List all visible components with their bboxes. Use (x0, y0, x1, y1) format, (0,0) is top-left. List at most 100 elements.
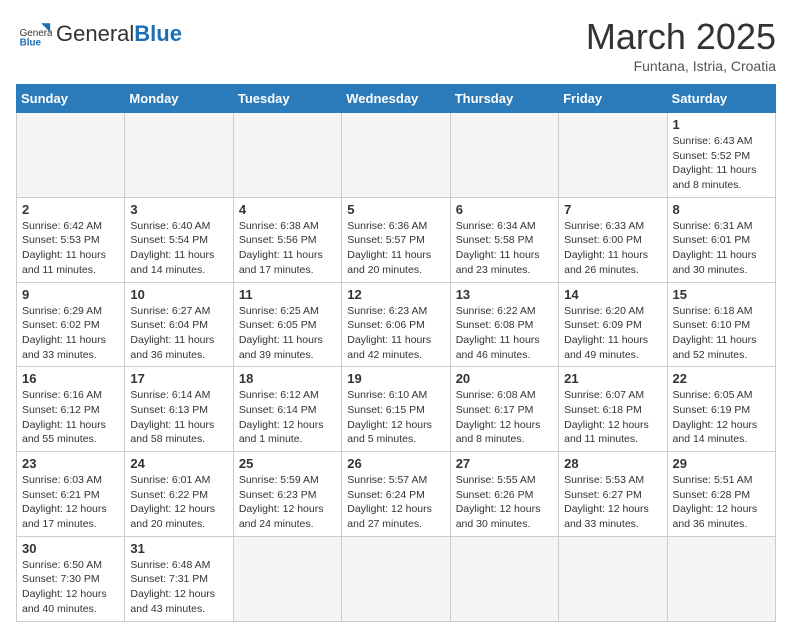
calendar-cell: 21 Sunrise: 6:07 AMSunset: 6:18 PMDayligh… (559, 367, 667, 452)
day-number: 21 (564, 371, 661, 386)
calendar-cell: 22 Sunrise: 6:05 AMSunset: 6:19 PMDayligh… (667, 367, 775, 452)
calendar-cell (559, 113, 667, 198)
calendar-week-3: 9 Sunrise: 6:29 AMSunset: 6:02 PMDaylight… (17, 282, 776, 367)
day-info: Sunrise: 6:05 AMSunset: 6:19 PMDaylight:… (673, 388, 770, 447)
weekday-header-wednesday: Wednesday (342, 85, 450, 113)
day-number: 12 (347, 287, 444, 302)
day-info: Sunrise: 6:43 AMSunset: 5:52 PMDaylight:… (673, 134, 770, 193)
calendar-cell: 29 Sunrise: 5:51 AMSunset: 6:28 PMDayligh… (667, 452, 775, 537)
day-number: 31 (130, 541, 227, 556)
day-number: 2 (22, 202, 119, 217)
calendar-body: 1 Sunrise: 6:43 AMSunset: 5:52 PMDaylight… (17, 113, 776, 622)
weekday-header-saturday: Saturday (667, 85, 775, 113)
day-info: Sunrise: 6:31 AMSunset: 6:01 PMDaylight:… (673, 219, 770, 278)
calendar-cell: 5Sunrise: 6:36 AMSunset: 5:57 PMDaylight… (342, 197, 450, 282)
day-info: Sunrise: 6:03 AMSunset: 6:21 PMDaylight:… (22, 473, 119, 532)
weekday-header-tuesday: Tuesday (233, 85, 341, 113)
day-number: 7 (564, 202, 661, 217)
month-title: March 2025 (586, 16, 776, 58)
day-info: Sunrise: 6:38 AMSunset: 5:56 PMDaylight:… (239, 219, 336, 278)
calendar-cell: 31 Sunrise: 6:48 AMSunset: 7:31 PMDayligh… (125, 536, 233, 621)
calendar-cell (450, 536, 558, 621)
day-info: Sunrise: 6:12 AMSunset: 6:14 PMDaylight:… (239, 388, 336, 447)
calendar-cell: 28 Sunrise: 5:53 AMSunset: 6:27 PMDayligh… (559, 452, 667, 537)
day-info: Sunrise: 6:16 AMSunset: 6:12 PMDaylight:… (22, 388, 119, 447)
calendar-cell: 24Sunrise: 6:01 AMSunset: 6:22 PMDayligh… (125, 452, 233, 537)
day-number: 19 (347, 371, 444, 386)
day-number: 4 (239, 202, 336, 217)
calendar-cell: 27Sunrise: 5:55 AMSunset: 6:26 PMDayligh… (450, 452, 558, 537)
calendar-cell: 9 Sunrise: 6:29 AMSunset: 6:02 PMDaylight… (17, 282, 125, 367)
calendar-cell: 13Sunrise: 6:22 AMSunset: 6:08 PMDayligh… (450, 282, 558, 367)
logo-text: GeneralBlue (56, 23, 182, 45)
calendar-cell: 7Sunrise: 6:33 AMSunset: 6:00 PMDaylight… (559, 197, 667, 282)
day-info: Sunrise: 5:51 AMSunset: 6:28 PMDaylight:… (673, 473, 770, 532)
day-info: Sunrise: 6:27 AMSunset: 6:04 PMDaylight:… (130, 304, 227, 363)
calendar-cell: 17 Sunrise: 6:14 AMSunset: 6:13 PMDayligh… (125, 367, 233, 452)
calendar-cell: 3 Sunrise: 6:40 AMSunset: 5:54 PMDaylight… (125, 197, 233, 282)
subtitle: Funtana, Istria, Croatia (586, 58, 776, 74)
day-info: Sunrise: 6:07 AMSunset: 6:18 PMDaylight:… (564, 388, 661, 447)
day-info: Sunrise: 6:34 AMSunset: 5:58 PMDaylight:… (456, 219, 553, 278)
day-info: Sunrise: 6:50 AMSunset: 7:30 PMDaylight:… (22, 558, 119, 617)
svg-text:Blue: Blue (20, 38, 42, 49)
day-info: Sunrise: 6:20 AMSunset: 6:09 PMDaylight:… (564, 304, 661, 363)
day-number: 29 (673, 456, 770, 471)
calendar-cell (17, 113, 125, 198)
day-number: 1 (673, 117, 770, 132)
day-number: 28 (564, 456, 661, 471)
calendar-cell (667, 536, 775, 621)
calendar-cell: 6Sunrise: 6:34 AMSunset: 5:58 PMDaylight… (450, 197, 558, 282)
day-number: 20 (456, 371, 553, 386)
calendar-cell: 1 Sunrise: 6:43 AMSunset: 5:52 PMDaylight… (667, 113, 775, 198)
day-number: 26 (347, 456, 444, 471)
calendar-cell (125, 113, 233, 198)
day-number: 22 (673, 371, 770, 386)
day-number: 9 (22, 287, 119, 302)
day-number: 23 (22, 456, 119, 471)
calendar-week-5: 23 Sunrise: 6:03 AMSunset: 6:21 PMDayligh… (17, 452, 776, 537)
day-info: Sunrise: 6:29 AMSunset: 6:02 PMDaylight:… (22, 304, 119, 363)
day-number: 16 (22, 371, 119, 386)
day-info: Sunrise: 6:14 AMSunset: 6:13 PMDaylight:… (130, 388, 227, 447)
calendar-cell: 11Sunrise: 6:25 AMSunset: 6:05 PMDayligh… (233, 282, 341, 367)
calendar-week-2: 2Sunrise: 6:42 AMSunset: 5:53 PMDaylight… (17, 197, 776, 282)
day-info: Sunrise: 6:48 AMSunset: 7:31 PMDaylight:… (130, 558, 227, 617)
calendar-cell (450, 113, 558, 198)
day-number: 17 (130, 371, 227, 386)
day-info: Sunrise: 5:53 AMSunset: 6:27 PMDaylight:… (564, 473, 661, 532)
calendar-cell: 14 Sunrise: 6:20 AMSunset: 6:09 PMDayligh… (559, 282, 667, 367)
calendar-cell: 30 Sunrise: 6:50 AMSunset: 7:30 PMDayligh… (17, 536, 125, 621)
calendar: SundayMondayTuesdayWednesdayThursdayFrid… (16, 84, 776, 622)
weekday-header-sunday: Sunday (17, 85, 125, 113)
weekday-header-thursday: Thursday (450, 85, 558, 113)
calendar-cell (233, 536, 341, 621)
calendar-cell: 26Sunrise: 5:57 AMSunset: 6:24 PMDayligh… (342, 452, 450, 537)
calendar-cell: 20Sunrise: 6:08 AMSunset: 6:17 PMDayligh… (450, 367, 558, 452)
calendar-cell (233, 113, 341, 198)
calendar-week-4: 16 Sunrise: 6:16 AMSunset: 6:12 PMDayligh… (17, 367, 776, 452)
calendar-cell: 4 Sunrise: 6:38 AMSunset: 5:56 PMDaylight… (233, 197, 341, 282)
logo: General Blue GeneralBlue (16, 16, 182, 52)
day-info: Sunrise: 6:25 AMSunset: 6:05 PMDaylight:… (239, 304, 336, 363)
day-info: Sunrise: 6:23 AMSunset: 6:06 PMDaylight:… (347, 304, 444, 363)
calendar-cell: 12 Sunrise: 6:23 AMSunset: 6:06 PMDayligh… (342, 282, 450, 367)
calendar-cell: 18 Sunrise: 6:12 AMSunset: 6:14 PMDayligh… (233, 367, 341, 452)
calendar-cell (342, 536, 450, 621)
weekday-header-monday: Monday (125, 85, 233, 113)
day-info: Sunrise: 6:22 AMSunset: 6:08 PMDaylight:… (456, 304, 553, 363)
day-info: Sunrise: 6:36 AMSunset: 5:57 PMDaylight:… (347, 219, 444, 278)
day-number: 25 (239, 456, 336, 471)
day-number: 14 (564, 287, 661, 302)
day-number: 18 (239, 371, 336, 386)
day-number: 27 (456, 456, 553, 471)
day-info: Sunrise: 6:40 AMSunset: 5:54 PMDaylight:… (130, 219, 227, 278)
day-number: 15 (673, 287, 770, 302)
calendar-cell: 15Sunrise: 6:18 AMSunset: 6:10 PMDayligh… (667, 282, 775, 367)
day-number: 3 (130, 202, 227, 217)
day-number: 30 (22, 541, 119, 556)
calendar-cell: 10Sunrise: 6:27 AMSunset: 6:04 PMDayligh… (125, 282, 233, 367)
weekday-header-friday: Friday (559, 85, 667, 113)
calendar-cell: 19Sunrise: 6:10 AMSunset: 6:15 PMDayligh… (342, 367, 450, 452)
calendar-cell: 25Sunrise: 5:59 AMSunset: 6:23 PMDayligh… (233, 452, 341, 537)
